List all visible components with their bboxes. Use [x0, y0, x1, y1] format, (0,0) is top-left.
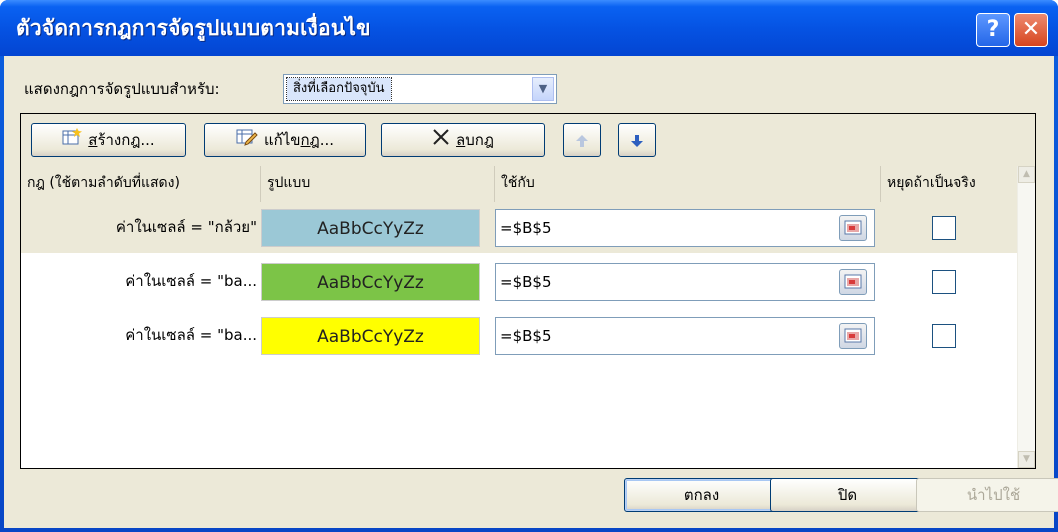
close-button[interactable]: ปิด — [770, 478, 925, 512]
vertical-scrollbar[interactable]: ▲ ▼ — [1017, 166, 1035, 468]
scroll-down-icon[interactable]: ▼ — [1018, 451, 1035, 468]
new-rule-label: ร้างกฎ... — [97, 131, 155, 149]
column-header-applies-to: ใช้กับ — [495, 166, 881, 202]
delete-rule-label: บกฎ — [465, 131, 494, 149]
chevron-down-icon[interactable]: ▼ — [532, 77, 554, 101]
move-down-button[interactable] — [618, 123, 656, 157]
column-header-rule: กฎ (ใช้ตามลำดับที่แสดง) — [21, 166, 261, 202]
scroll-up-icon[interactable]: ▲ — [1018, 166, 1035, 183]
edit-rule-label: แก้ไข — [263, 131, 301, 149]
applies-to-input[interactable]: =$B$5 — [495, 209, 875, 247]
stop-if-true-checkbox[interactable] — [932, 270, 956, 294]
column-header-format: รูปแบบ — [261, 166, 495, 202]
rule-description: ค่าในเซลล์ = "ba... — [125, 272, 257, 290]
edit-rule-suffix: ... — [319, 131, 335, 149]
ok-button[interactable]: ตกลง — [624, 478, 779, 512]
stop-if-true-checkbox[interactable] — [932, 324, 956, 348]
title-bar[interactable]: ตัวจัดการกฎการจัดรูปแบบตามเงื่อนไข ? ✕ — [0, 0, 1058, 56]
rule-description: ค่าในเซลล์ = "ba... — [125, 326, 257, 344]
range-picker-button[interactable] — [839, 215, 867, 241]
rules-grid-header: กฎ (ใช้ตามลำดับที่แสดง) รูปแบบ ใช้กับ หย… — [21, 166, 1019, 203]
dialog-title: ตัวจัดการกฎการจัดรูปแบบตามเงื่อนไข — [16, 16, 371, 40]
rule-description: ค่าในเซลล์ = "กล้วย" — [115, 218, 257, 236]
collapse-dialog-icon — [844, 274, 862, 289]
range-picker-button[interactable] — [839, 269, 867, 295]
rules-panel: สร้างกฎ... แก้ไขกฎ... ลบกฎ กฎ (ใช้ตามลำด… — [20, 113, 1036, 469]
format-preview: AaBbCcYyZz — [261, 209, 480, 247]
show-rules-label: แสดงกฎการจัดรูปแบบสำหรับ: — [24, 80, 220, 98]
delete-rule-button[interactable]: ลบกฎ — [381, 123, 545, 157]
arrow-down-icon — [630, 131, 644, 149]
format-preview: AaBbCcYyZz — [261, 317, 480, 355]
new-rule-button[interactable]: สร้างกฎ... — [31, 123, 186, 157]
table-row[interactable]: ค่าในเซลล์ = "ba... AaBbCcYyZz =$B$5 — [21, 310, 1019, 362]
edit-rule-mnemonic: กฎ — [300, 131, 320, 149]
applies-to-value: =$B$5 — [500, 273, 552, 291]
collapse-dialog-icon — [844, 328, 862, 343]
range-picker-button[interactable] — [839, 323, 867, 349]
apply-button[interactable]: นำไปใช้ — [916, 478, 1058, 512]
new-rule-icon — [62, 125, 83, 157]
delete-icon — [432, 125, 450, 157]
conditional-formatting-dialog: ตัวจัดการกฎการจัดรูปแบบตามเงื่อนไข ? ✕ แ… — [0, 0, 1058, 532]
edit-rule-icon — [236, 125, 258, 157]
edit-rule-button[interactable]: แก้ไขกฎ... — [204, 123, 366, 157]
collapse-dialog-icon — [844, 220, 862, 235]
arrow-up-icon — [575, 131, 589, 149]
table-row[interactable]: ค่าในเซลล์ = "กล้วย" AaBbCcYyZz =$B$5 — [21, 202, 1019, 254]
close-window-button[interactable]: ✕ — [1014, 13, 1048, 47]
show-rules-selected: สิ่งที่เลือกปัจจุบัน — [286, 77, 392, 101]
close-icon: ✕ — [1021, 17, 1041, 42]
format-preview: AaBbCcYyZz — [261, 263, 480, 301]
column-header-stop-if-true: หยุดถ้าเป็นจริง — [887, 175, 976, 191]
stop-if-true-checkbox[interactable] — [932, 216, 956, 240]
applies-to-input[interactable]: =$B$5 — [495, 263, 875, 301]
applies-to-input[interactable]: =$B$5 — [495, 317, 875, 355]
help-icon: ? — [986, 17, 1000, 42]
applies-to-value: =$B$5 — [500, 219, 552, 237]
rules-toolbar: สร้างกฎ... แก้ไขกฎ... ลบกฎ — [21, 114, 1035, 167]
applies-to-value: =$B$5 — [500, 327, 552, 345]
help-button[interactable]: ? — [976, 13, 1010, 47]
move-up-button[interactable] — [563, 123, 601, 157]
delete-rule-mnemonic: ล — [456, 131, 466, 149]
table-row[interactable]: ค่าในเซลล์ = "ba... AaBbCcYyZz =$B$5 — [21, 256, 1019, 308]
show-rules-dropdown[interactable]: สิ่งที่เลือกปัจจุบัน ▼ — [283, 74, 557, 104]
